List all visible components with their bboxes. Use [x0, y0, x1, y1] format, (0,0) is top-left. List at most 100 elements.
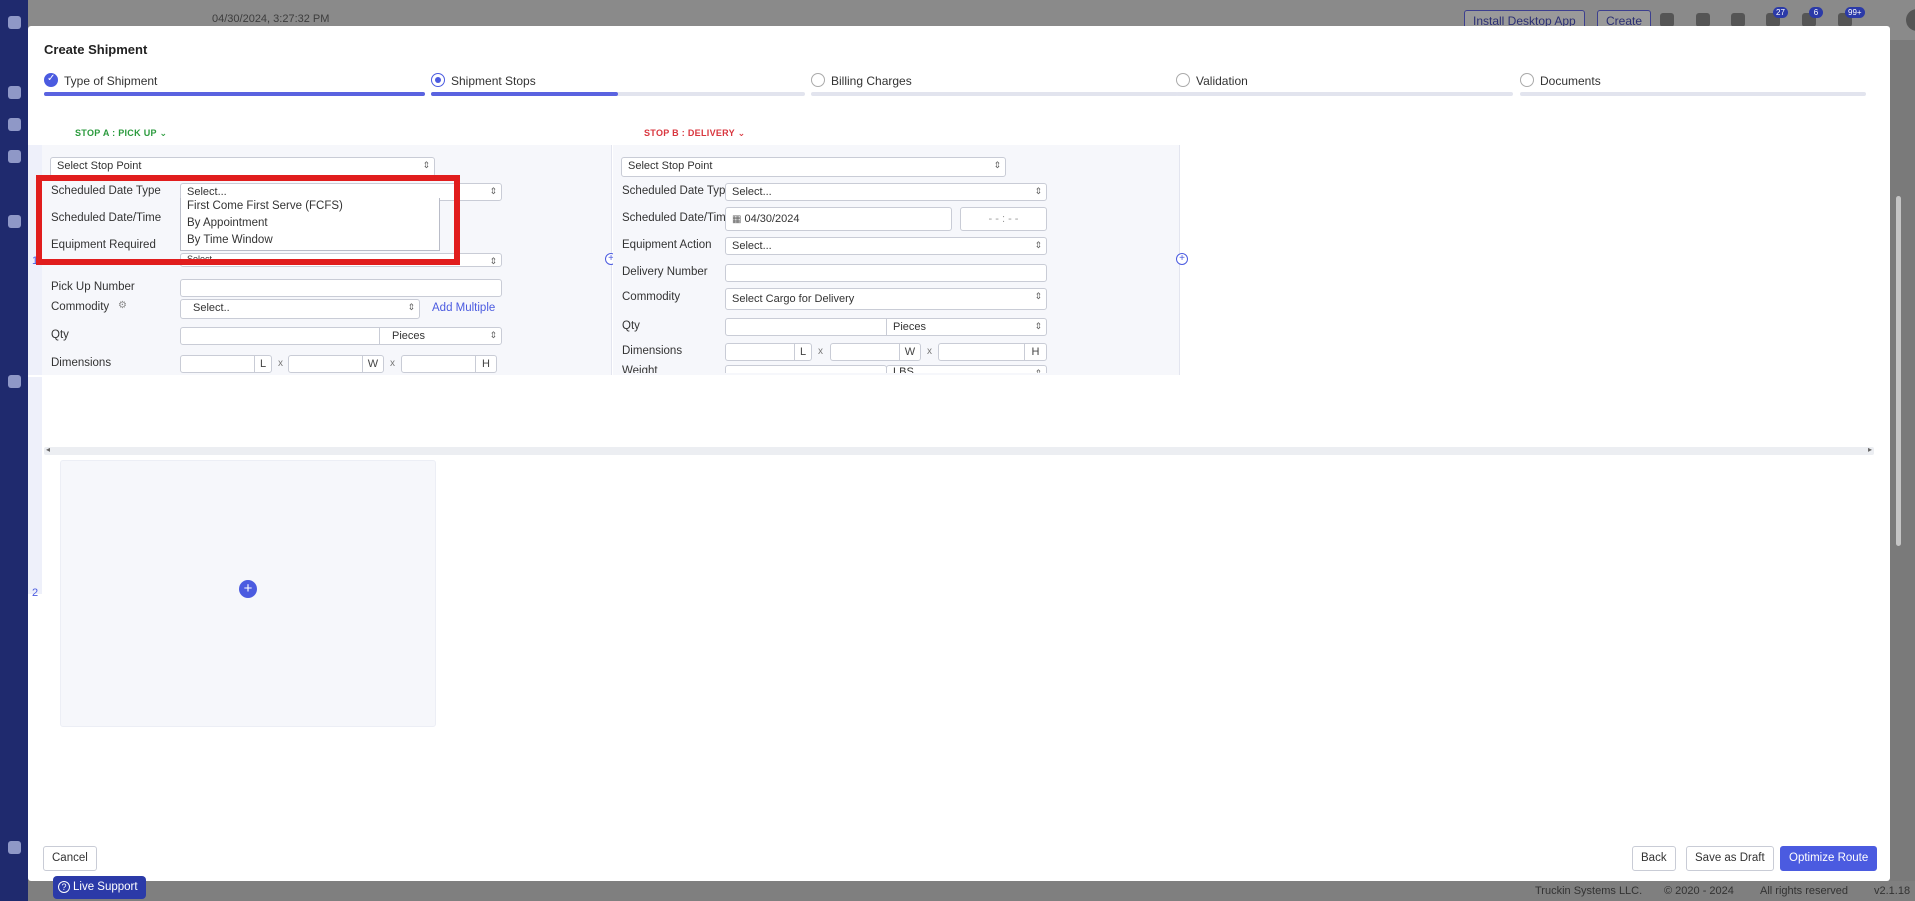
step-label: Validation: [1196, 74, 1248, 88]
stop-b-stop-point-select[interactable]: Select Stop Point: [621, 157, 1006, 177]
calendar-icon: ▦: [732, 214, 742, 225]
stops-row-1: 1 Select Stop Point Scheduled Date Type …: [28, 145, 1890, 455]
stop-b-commodity-select[interactable]: Select Cargo for Delivery: [725, 288, 1047, 310]
stop-b-date-input[interactable]: ▦ 04/30/2024: [725, 207, 952, 231]
list-icon[interactable]: [1696, 13, 1710, 27]
step-label: Billing Charges: [831, 74, 912, 88]
times-icon: x: [818, 346, 823, 357]
scroll-right-icon[interactable]: ▸: [1868, 445, 1872, 454]
info-icon[interactable]: [1731, 13, 1745, 27]
create-shipment-modal: Create Shipment Type of Shipment Shipmen…: [28, 26, 1901, 881]
step-billing-charges[interactable]: Billing Charges: [811, 70, 1178, 110]
box-icon[interactable]: [1660, 13, 1674, 27]
route-icon[interactable]: [8, 215, 21, 228]
stop-b-tab[interactable]: STOP B : DELIVERY ⌄: [644, 128, 745, 139]
radio-icon: [811, 73, 825, 87]
stop-b-qty-input[interactable]: [725, 318, 887, 336]
row-number: 2: [32, 587, 39, 599]
times-icon: x: [927, 346, 932, 357]
dropdown-option-fcfs[interactable]: First Come First Serve (FCFS): [181, 198, 439, 215]
date-type-dropdown: First Come First Serve (FCFS) By Appoint…: [180, 198, 440, 251]
stop-b-dimensions-label: Dimensions: [622, 345, 683, 357]
stop-b-date-value: 04/30/2024: [744, 213, 800, 225]
stop-a-pickup-number-label: Pick Up Number: [51, 281, 135, 293]
avatar[interactable]: [1906, 9, 1915, 31]
height-unit: H: [475, 355, 497, 373]
stop-a-width-input[interactable]: [288, 355, 363, 373]
footer-copyright: © 2020 - 2024: [1664, 885, 1734, 897]
stop-b-delivery-number-input[interactable]: [725, 264, 1047, 282]
stop-a-qty-unit-select[interactable]: Pieces: [379, 327, 502, 345]
stop-b-weight-input[interactable]: [725, 365, 887, 373]
stop-b-width-input[interactable]: [830, 343, 900, 361]
radio-selected-icon: [431, 73, 445, 87]
dropdown-option-appointment[interactable]: By Appointment: [181, 215, 439, 232]
step-label: Type of Shipment: [64, 74, 158, 88]
truck-icon[interactable]: [8, 150, 21, 163]
chat-badge: 6: [1809, 7, 1823, 18]
radio-icon: [1520, 73, 1534, 87]
stop-a-commodity-select[interactable]: Select..: [180, 299, 420, 319]
inbox-badge: 27: [1773, 7, 1788, 18]
question-icon: ?: [58, 881, 70, 893]
add-multiple-link[interactable]: Add Multiple: [432, 302, 495, 314]
step-progress-bar: [431, 92, 805, 96]
stop-b-qty-label: Qty: [622, 320, 640, 332]
step-documents[interactable]: Documents: [1520, 70, 1866, 110]
dropdown-option-time-window[interactable]: By Time Window: [181, 232, 439, 249]
save-as-draft-button[interactable]: Save as Draft: [1686, 846, 1774, 871]
stop-a-qty-input[interactable]: [180, 327, 380, 345]
stop-b-panel: Select Stop Point Scheduled Date Type Se…: [613, 145, 1180, 375]
stop-b-length-input[interactable]: [725, 343, 795, 361]
stop-a-equipment-action-select[interactable]: Select...: [180, 253, 502, 267]
step-shipment-stops[interactable]: Shipment Stops: [431, 70, 805, 110]
check-circle-icon: [44, 73, 58, 87]
stop-a-pickup-number-input[interactable]: [180, 279, 502, 297]
stop-a-commodity-label: Commodity: [51, 301, 110, 313]
stop-b-weight-unit-select[interactable]: LBS: [886, 365, 1047, 373]
step-progress-bar: [811, 92, 1178, 96]
horizontal-scrollbar[interactable]: ◂ ▸: [44, 445, 1874, 455]
settings-icon[interactable]: [8, 841, 21, 854]
stop-b-delivery-number-label: Delivery Number: [622, 266, 708, 278]
scroll-left-icon[interactable]: ◂: [46, 445, 50, 454]
live-support-label: Live Support: [73, 881, 138, 893]
stop-b-date-type-select[interactable]: Select...: [725, 183, 1047, 201]
stop-b-commodity-label: Commodity: [622, 291, 681, 303]
times-icon: x: [390, 358, 395, 369]
append-stop-plus-icon[interactable]: +: [1176, 253, 1188, 265]
cancel-button[interactable]: Cancel: [43, 846, 97, 871]
people-icon[interactable]: [8, 375, 21, 388]
stop-a-qty-label: Qty: [51, 329, 69, 341]
add-stop-plus-icon[interactable]: +: [239, 580, 257, 598]
row-rail: [28, 377, 42, 594]
vertical-scrollbar[interactable]: [1896, 196, 1901, 546]
stop-a-length-input[interactable]: [180, 355, 255, 373]
stop-a-tab[interactable]: STOP A : PICK UP ⌄: [75, 128, 167, 139]
stop-a-height-input[interactable]: [401, 355, 476, 373]
width-unit: W: [362, 355, 384, 373]
radio-icon: [1176, 73, 1190, 87]
stop-b-equipment-action-select[interactable]: Select...: [725, 237, 1047, 255]
stop-b-weight-label: Weight: [622, 365, 658, 373]
footer-version: v2.1.18: [1874, 885, 1911, 897]
stop-b-qty-unit-select[interactable]: Pieces: [886, 318, 1047, 336]
stop-b-height-input[interactable]: [938, 343, 1025, 361]
footer-company: Truckin Systems LLC.: [1535, 885, 1643, 897]
optimize-route-button[interactable]: Optimize Route: [1780, 846, 1878, 871]
back-button[interactable]: Back: [1632, 846, 1676, 871]
step-validation[interactable]: Validation: [1176, 70, 1513, 110]
stop-a-date-type-label: Scheduled Date Type: [51, 185, 161, 197]
row-number: 1: [32, 255, 39, 267]
star-icon[interactable]: [8, 86, 21, 99]
stop-b-weight-row: Weight LBS: [613, 365, 1180, 373]
app-footer: Truckin Systems LLC. © 2020 - 2024 All r…: [28, 881, 1915, 901]
dashboard-icon[interactable]: [8, 118, 21, 131]
step-label: Documents: [1540, 74, 1601, 88]
gear-icon[interactable]: ⚙: [118, 300, 127, 311]
stop-a-datetime-label: Scheduled Date/Time: [51, 212, 162, 224]
stop-b-time-input[interactable]: - - : - -: [960, 207, 1047, 231]
step-type-of-shipment[interactable]: Type of Shipment: [44, 70, 425, 110]
live-support-button[interactable]: ? Live Support: [53, 876, 146, 899]
stop-a-stop-point-select[interactable]: Select Stop Point: [50, 157, 435, 177]
